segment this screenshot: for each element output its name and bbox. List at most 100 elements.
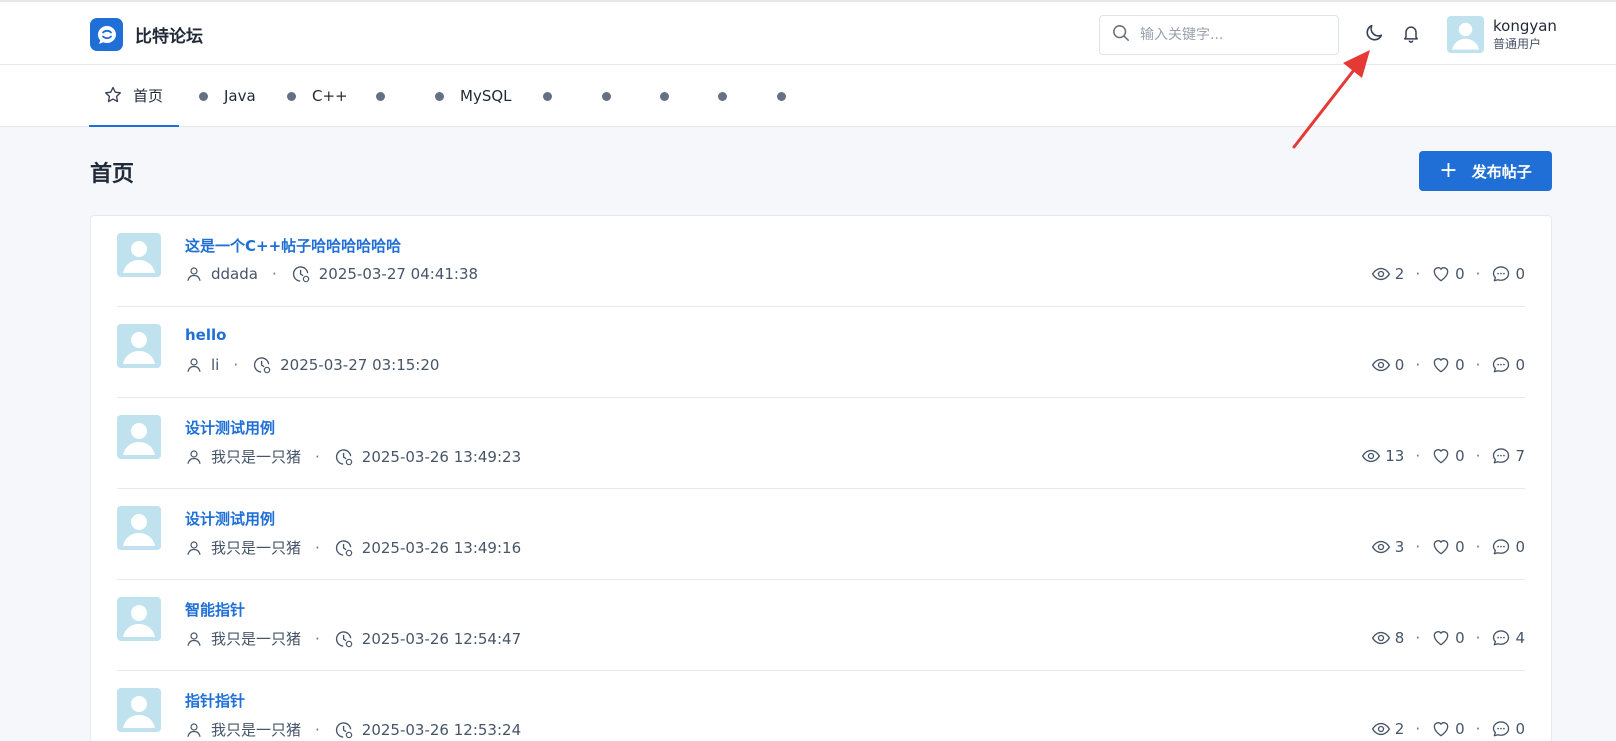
tab-category-8[interactable] <box>660 65 685 127</box>
comment-icon <box>1491 264 1511 284</box>
avatar <box>117 597 161 641</box>
like-count: 0 <box>1455 265 1465 283</box>
tab-label: 首页 <box>133 86 164 105</box>
tab-category-10[interactable] <box>777 65 802 127</box>
separator: · <box>315 447 320 466</box>
tab-mysql[interactable]: MySQL <box>435 65 512 127</box>
separator: · <box>315 720 320 739</box>
post-time: 2025-03-26 13:49:16 <box>361 538 522 557</box>
clock-icon <box>334 447 354 467</box>
eye-icon <box>1371 355 1391 375</box>
post-author: 我只是一只猪 <box>211 539 302 557</box>
list-item[interactable]: 设计测试用例 我只是一只猪 · 2025-03-26 13:49:23 13 ·… <box>117 398 1525 489</box>
post-author: 我只是一只猪 <box>211 448 302 466</box>
separator: · <box>1475 447 1481 465</box>
comment-count: 0 <box>1515 356 1525 374</box>
separator: · <box>1415 629 1421 647</box>
user-icon <box>185 448 203 466</box>
eye-icon <box>1371 719 1391 739</box>
post-author: ddada <box>211 265 258 283</box>
post-time: 2025-03-26 12:54:47 <box>361 629 522 648</box>
post-title[interactable]: hello <box>185 326 226 344</box>
brand[interactable]: 比特论坛 <box>90 18 203 51</box>
tab-home[interactable]: 首页 <box>89 65 179 127</box>
moon-icon <box>1363 22 1385 48</box>
tab-cpp[interactable]: C++ <box>287 65 348 127</box>
avatar <box>117 415 161 459</box>
view-count: 0 <box>1394 356 1405 374</box>
dot-icon <box>543 91 552 101</box>
post-list: 这是一个C++帖子哈哈哈哈哈哈 ddada · 2025-03-27 04:41… <box>90 215 1552 741</box>
user-icon <box>185 265 203 283</box>
comment-count: 0 <box>1515 720 1525 738</box>
comment-count: 4 <box>1515 629 1525 647</box>
comment-count: 0 <box>1515 538 1525 556</box>
post-title[interactable]: 设计测试用例 <box>185 417 275 438</box>
avatar <box>117 233 161 277</box>
eye-icon <box>1361 446 1381 466</box>
separator: · <box>1415 265 1421 283</box>
separator: · <box>315 538 320 557</box>
tab-label: Java <box>224 87 256 105</box>
tab-category-4[interactable] <box>376 65 401 127</box>
separator: · <box>1475 629 1481 647</box>
publish-post-button[interactable]: + 发布帖子 <box>1419 151 1552 191</box>
bell-icon <box>1401 22 1421 48</box>
avatar <box>1447 16 1484 53</box>
post-title[interactable]: 设计测试用例 <box>185 508 275 529</box>
separator: · <box>1475 265 1481 283</box>
list-item[interactable]: hello li · 2025-03-27 03:15:20 0 · 0 · 0 <box>117 307 1525 398</box>
clock-icon <box>252 355 272 375</box>
user-icon <box>185 539 203 557</box>
list-item[interactable]: 设计测试用例 我只是一只猪 · 2025-03-26 13:49:16 3 · … <box>117 489 1525 580</box>
view-count: 13 <box>1385 447 1405 465</box>
tab-category-7[interactable] <box>602 65 627 127</box>
post-author: li <box>211 356 220 374</box>
dot-icon <box>199 91 208 101</box>
star-icon <box>103 85 123 105</box>
separator: · <box>1415 720 1421 738</box>
post-author: 我只是一只猪 <box>211 630 302 648</box>
dot-icon <box>718 91 727 101</box>
post-time: 2025-03-27 03:15:20 <box>280 356 440 374</box>
list-item[interactable]: 这是一个C++帖子哈哈哈哈哈哈 ddada · 2025-03-27 04:41… <box>117 216 1525 307</box>
post-author: 我只是一只猪 <box>211 721 302 739</box>
search-input[interactable] <box>1140 27 1330 43</box>
comment-count: 7 <box>1515 447 1525 465</box>
tab-label: MySQL <box>460 87 512 105</box>
post-title[interactable]: 指针指针 <box>185 690 245 711</box>
notification-button[interactable] <box>1398 22 1424 48</box>
like-count: 0 <box>1455 356 1465 374</box>
dot-icon <box>287 91 296 101</box>
top-header: 比特论坛 kongyan 普通用户 <box>0 2 1616 65</box>
avatar <box>117 506 161 550</box>
tab-java[interactable]: Java <box>199 65 256 127</box>
plus-icon: + <box>1439 158 1458 183</box>
separator: · <box>271 265 277 283</box>
clock-icon <box>334 538 354 558</box>
tab-category-9[interactable] <box>718 65 743 127</box>
dot-icon <box>777 91 786 101</box>
list-item[interactable]: 智能指针 我只是一只猪 · 2025-03-26 12:54:47 8 · 0 … <box>117 580 1525 671</box>
comment-icon <box>1491 628 1511 648</box>
list-item[interactable]: 指针指针 我只是一只猪 · 2025-03-26 12:53:24 2 · 0 … <box>117 671 1525 741</box>
eye-icon <box>1371 628 1391 648</box>
user-icon <box>185 630 203 648</box>
post-title[interactable]: 这是一个C++帖子哈哈哈哈哈哈 <box>185 235 401 256</box>
post-title[interactable]: 智能指针 <box>185 599 245 620</box>
clock-icon <box>334 720 354 740</box>
eye-icon <box>1371 264 1391 284</box>
user-role: 普通用户 <box>1493 37 1542 51</box>
view-count: 2 <box>1394 265 1405 283</box>
like-count: 0 <box>1455 720 1465 738</box>
user-menu[interactable]: kongyan 普通用户 <box>1447 16 1557 53</box>
post-time: 2025-03-26 13:49:23 <box>361 447 522 466</box>
search-box[interactable] <box>1099 15 1339 55</box>
tab-category-6[interactable] <box>543 65 568 127</box>
dark-mode-toggle[interactable] <box>1361 22 1387 48</box>
clock-icon <box>291 264 311 284</box>
app-name: 比特论坛 <box>135 27 203 47</box>
comment-icon <box>1491 719 1511 739</box>
heart-icon <box>1431 628 1451 648</box>
separator: · <box>1475 720 1481 738</box>
